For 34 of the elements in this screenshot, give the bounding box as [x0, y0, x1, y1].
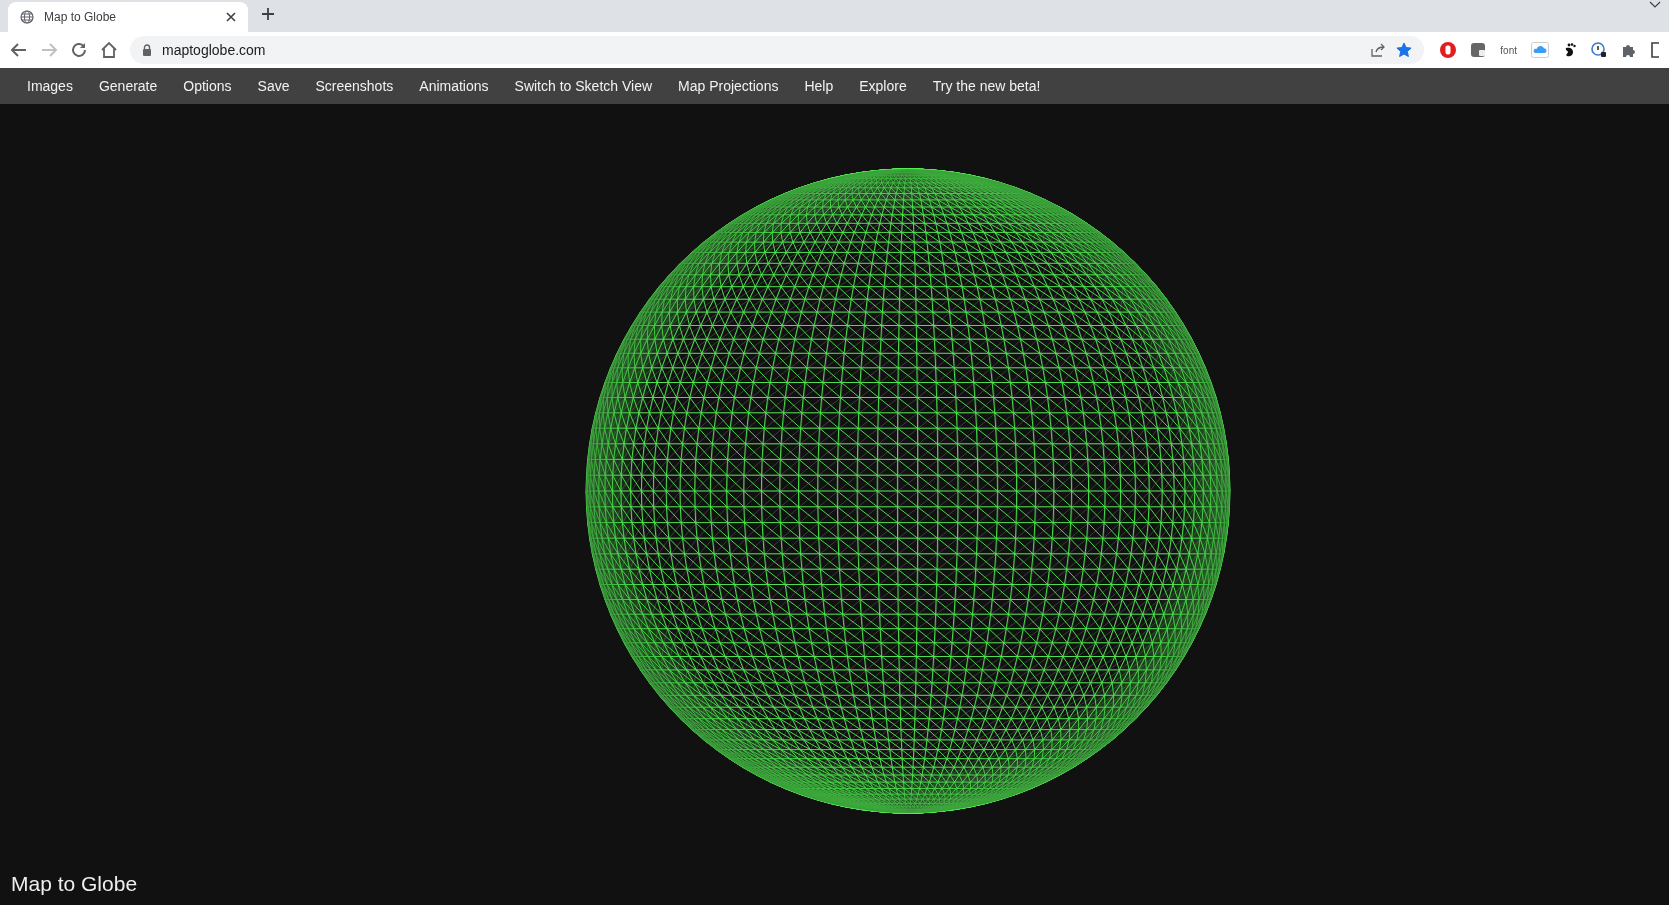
menu-item[interactable]: Generate — [85, 75, 171, 97]
close-icon[interactable] — [226, 12, 236, 22]
reload-icon[interactable] — [70, 41, 88, 59]
plus-icon — [261, 7, 275, 21]
share-icon[interactable] — [1370, 42, 1387, 58]
back-icon[interactable] — [10, 41, 28, 59]
menu-item[interactable]: Try the new beta! — [919, 75, 1054, 97]
url-text: maptoglobe.com — [162, 40, 267, 60]
home-icon[interactable] — [100, 41, 118, 59]
star-icon[interactable] — [1396, 42, 1413, 58]
footprint-icon[interactable] — [1563, 42, 1577, 58]
font-extension-button[interactable]: font — [1500, 42, 1517, 58]
puzzle-icon[interactable] — [1621, 42, 1637, 58]
cloud-icon[interactable] — [1531, 42, 1549, 58]
side-panel-icon[interactable] — [1651, 42, 1659, 58]
browser-tab[interactable]: Map to Globe — [8, 2, 248, 32]
menu-item[interactable]: Help — [791, 75, 847, 97]
chevron-down-icon[interactable] — [1649, 1, 1661, 8]
clock-lock-icon[interactable] — [1591, 42, 1607, 58]
globe-icon — [20, 10, 34, 24]
hand-stop-icon[interactable] — [1440, 42, 1457, 58]
menu-item[interactable]: Animations — [406, 75, 502, 97]
lock-icon — [142, 44, 152, 56]
menu-item[interactable]: Switch to Sketch View — [501, 75, 666, 97]
menu-item[interactable]: Explore — [846, 75, 920, 97]
viewer-title: Map to Globe — [11, 870, 138, 897]
menu-item[interactable]: Screenshots — [302, 75, 407, 97]
menu-item[interactable]: Save — [244, 75, 303, 97]
menu-item[interactable]: Images — [14, 75, 86, 97]
menu-item[interactable]: Options — [170, 75, 245, 97]
tab-title: Map to Globe — [44, 9, 118, 26]
menu-item[interactable]: Map Projections — [665, 75, 792, 97]
address-bar[interactable]: maptoglobe.com — [130, 36, 1425, 64]
extension-icon[interactable] — [1470, 42, 1487, 58]
